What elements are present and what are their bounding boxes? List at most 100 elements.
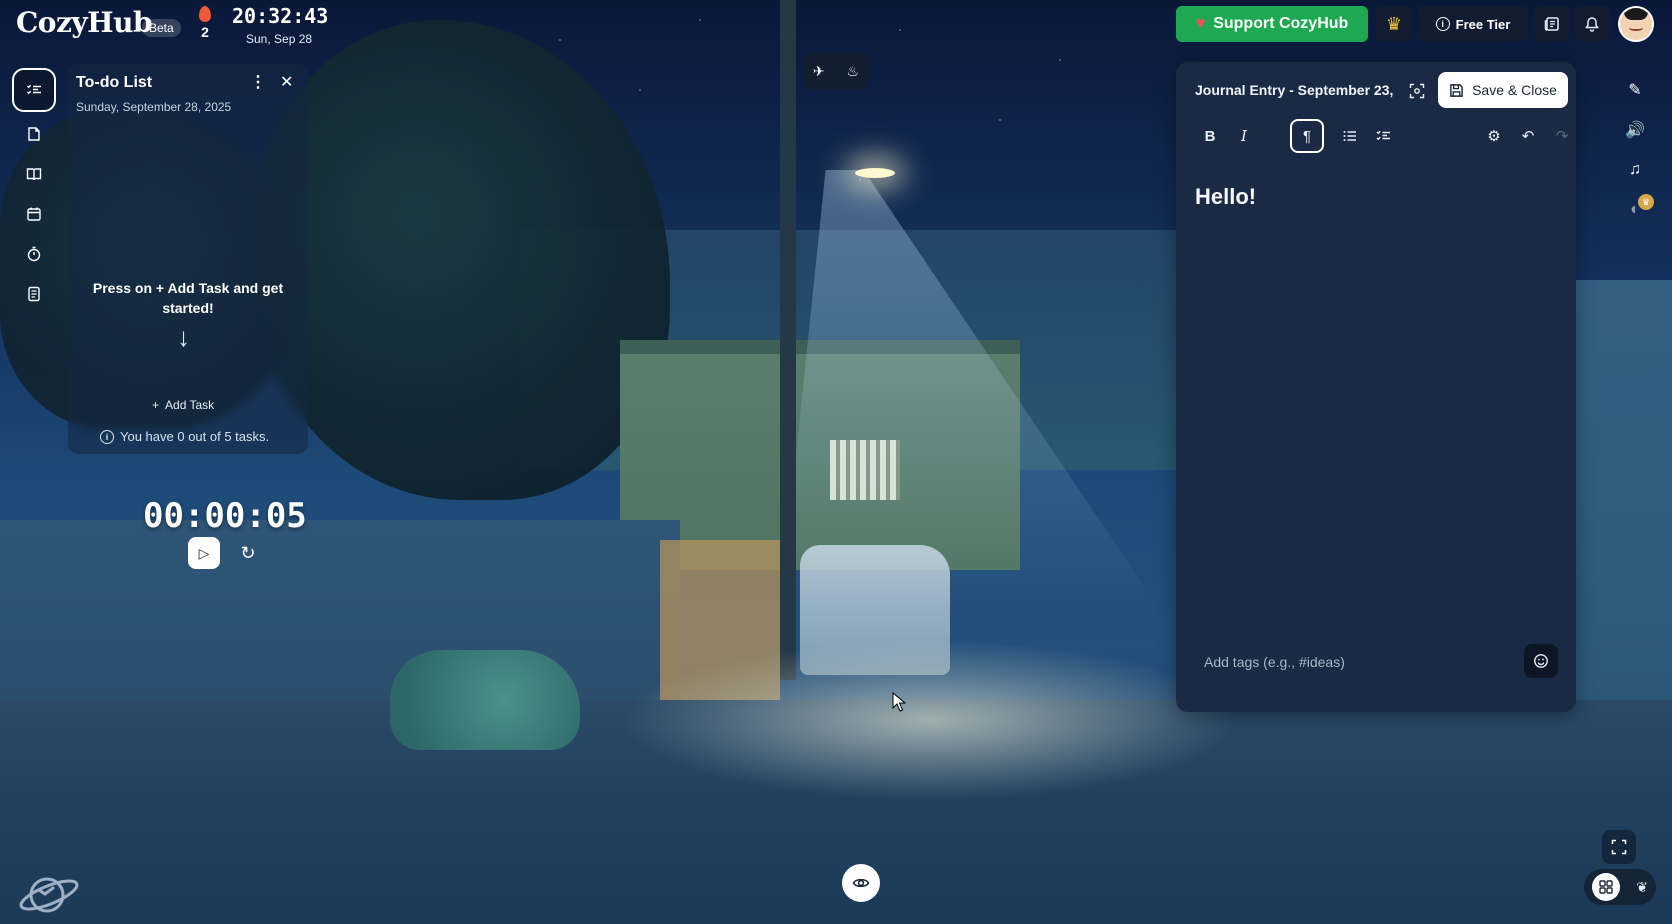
task-count: i You have 0 out of 5 tasks. (100, 429, 269, 444)
paragraph-button[interactable]: ¶ (1290, 119, 1324, 153)
mouse-cursor (892, 691, 907, 717)
journal-panel: Journal Entry - September 23, Save & Clo… (1176, 62, 1576, 712)
street-lamp (855, 168, 895, 178)
notifications-button[interactable] (1574, 6, 1610, 42)
fullscreen-icon (1611, 839, 1627, 855)
bullet-list-button[interactable] (1334, 120, 1366, 152)
task-count-text: You have 0 out of 5 tasks. (120, 429, 270, 444)
play-button[interactable]: ▷ (188, 537, 220, 569)
checklist-icon (1376, 130, 1390, 141)
italic-button[interactable]: I (1228, 120, 1260, 152)
rocket-off-icon[interactable]: ✈ (813, 63, 825, 80)
grid-icon (1599, 880, 1613, 894)
checklist-button[interactable] (1368, 120, 1400, 152)
rail-timer-button[interactable] (12, 234, 56, 274)
stopwatch-icon (27, 246, 41, 262)
flame-icon[interactable]: ♨ (847, 63, 860, 80)
support-label: Support CozyHub (1213, 15, 1349, 32)
streak-counter[interactable]: 2 (196, 6, 214, 40)
bell-icon (1585, 17, 1599, 32)
journal-title[interactable]: Journal Entry - September 23, (1195, 82, 1393, 98)
tier-label: Free Tier (1455, 16, 1511, 32)
close-icon[interactable]: ✕ (280, 72, 293, 92)
theme-button[interactable]: ◐ ♛ (1614, 190, 1656, 230)
speaker-icon: 🔊 (1625, 122, 1645, 139)
todo-title: To-do List (76, 74, 153, 91)
arrow-down-icon: ↓ (177, 322, 190, 352)
timer-display: 00:00:05 (143, 496, 307, 536)
reset-icon: ↻ (240, 542, 256, 563)
book-icon (26, 168, 42, 181)
widgets-button[interactable] (1592, 873, 1621, 901)
crown-icon: ♛ (1385, 13, 1403, 34)
brand-logo[interactable]: CozyHub (16, 6, 153, 39)
gear-icon: ⚙ (1487, 128, 1501, 145)
rail-notes-button[interactable] (12, 114, 56, 154)
plus-icon: + (152, 398, 160, 412)
sound-button[interactable]: 🔊 (1614, 110, 1656, 150)
emoji-button[interactable] (1524, 644, 1558, 678)
flame-icon (199, 6, 211, 22)
crown-badge-icon: ♛ (1638, 194, 1654, 210)
left-rail (12, 68, 56, 314)
paragraph-icon: ¶ (1302, 127, 1312, 145)
streak-count: 2 (201, 24, 209, 40)
info-icon: i (100, 429, 114, 444)
news-button[interactable] (1534, 6, 1570, 42)
settings-button[interactable]: ⚙ (1478, 120, 1510, 152)
save-close-button[interactable]: Save & Close (1438, 72, 1568, 108)
save-close-label: Save & Close (1472, 82, 1557, 98)
fullscreen-button[interactable] (1602, 830, 1636, 864)
music-button[interactable]: ♫ (1614, 150, 1656, 190)
info-icon: i (1435, 17, 1450, 31)
redo-button[interactable]: ↷ (1546, 120, 1578, 152)
scooter (390, 650, 580, 750)
premium-button[interactable]: ♛ (1376, 6, 1412, 42)
sticky-note-icon (28, 127, 40, 141)
beta-badge: Beta (142, 19, 181, 37)
music-note-icon: ♫ (1629, 161, 1641, 178)
todo-empty-message: Press on + Add Task and get started! (92, 280, 284, 316)
add-task-button[interactable]: + Add Task (152, 398, 214, 412)
rail-journal-button[interactable] (12, 154, 56, 194)
planet-logo-icon[interactable] (18, 868, 80, 918)
support-button[interactable]: ♥ Support CozyHub (1176, 6, 1368, 42)
road-light-glow (620, 640, 1240, 800)
todo-date: Sunday, September 28, 2025 (76, 100, 232, 114)
utility-pole (780, 0, 796, 680)
undo-button[interactable]: ↶ (1512, 120, 1544, 152)
clock-date: Sun, Sep 28 (246, 32, 313, 46)
tags-input[interactable]: Add tags (e.g., #ideas) (1204, 654, 1345, 670)
calendar-icon (27, 207, 41, 221)
avatar[interactable] (1618, 6, 1654, 42)
rail-calendar-button[interactable] (12, 194, 56, 234)
magic-wand-button[interactable]: ✎ (1614, 70, 1656, 110)
hide-ui-button[interactable] (842, 864, 880, 902)
list-check-icon (27, 84, 41, 95)
smiley-icon (1534, 654, 1548, 668)
redo-icon: ↷ (1555, 128, 1569, 145)
tier-button[interactable]: i Free Tier (1418, 6, 1528, 42)
italic-icon: I (1241, 127, 1247, 145)
rail-notepad-button[interactable] (12, 274, 56, 314)
more-options-icon[interactable]: ⋮ (250, 72, 266, 92)
clock-time: 20:32:43 (232, 4, 329, 28)
undo-icon: ↶ (1521, 128, 1535, 145)
bold-button[interactable]: B (1194, 120, 1226, 152)
eye-icon (852, 878, 870, 888)
focus-icon (1409, 83, 1425, 99)
todo-panel: To-do List Sunday, September 28, 2025 ⋮ … (68, 64, 308, 454)
right-rail: ✎ 🔊 ♫ ◐ ♛ (1614, 70, 1656, 230)
play-icon: ▷ (198, 544, 210, 561)
scene-controls: ✈ ♨ (802, 52, 870, 90)
news-icon (1544, 17, 1559, 31)
leaf-icon[interactable]: ❦ (1636, 879, 1648, 896)
journal-body[interactable]: Hello! (1195, 184, 1256, 210)
heart-icon: ♥ (1195, 15, 1206, 32)
bold-icon: B (1204, 127, 1216, 145)
save-icon (1450, 83, 1463, 97)
focus-mode-button[interactable] (1404, 78, 1430, 104)
magic-wand-icon: ✎ (1628, 82, 1642, 99)
rail-todo-button[interactable] (12, 68, 56, 112)
reset-button[interactable]: ↻ (232, 537, 264, 569)
